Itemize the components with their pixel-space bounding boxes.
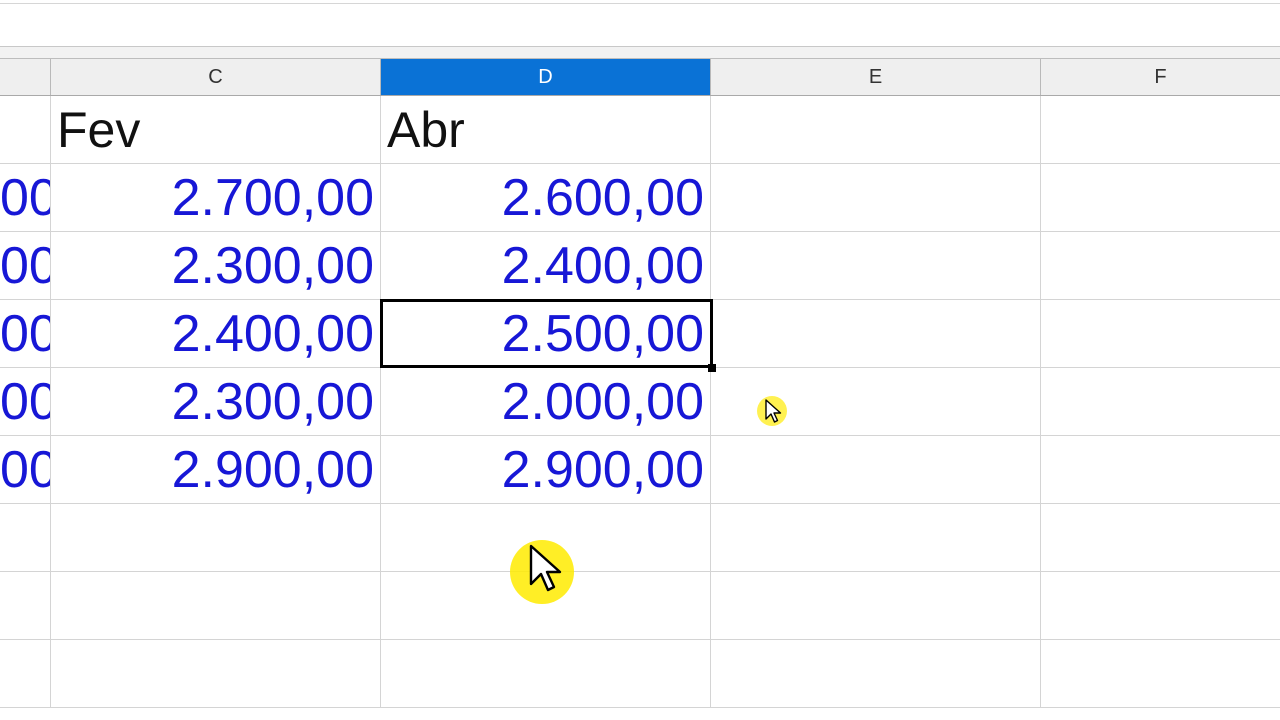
- column-header-b[interactable]: [0, 59, 51, 95]
- cell-c[interactable]: [51, 504, 381, 572]
- cell-d[interactable]: 2.900,00: [381, 436, 711, 504]
- column-header-c[interactable]: C: [51, 59, 381, 95]
- cell-d[interactable]: [381, 640, 711, 708]
- table-row: 00 2.700,00 2.600,00: [0, 164, 1280, 232]
- table-row: Fev Abr: [0, 96, 1280, 164]
- cell-f[interactable]: [1041, 164, 1280, 232]
- cell-c[interactable]: 2.700,00: [51, 164, 381, 232]
- cell-f[interactable]: [1041, 572, 1280, 640]
- cell-b[interactable]: 00: [0, 300, 51, 368]
- cell-f[interactable]: [1041, 504, 1280, 572]
- cell-d-header[interactable]: Abr: [381, 96, 711, 164]
- cell-c[interactable]: 2.400,00: [51, 300, 381, 368]
- cell-c[interactable]: 2.300,00: [51, 368, 381, 436]
- cell-c-header[interactable]: Fev: [51, 96, 381, 164]
- cell-b[interactable]: [0, 640, 51, 708]
- table-row: [0, 572, 1280, 640]
- cell-b[interactable]: [0, 504, 51, 572]
- cell-e[interactable]: [711, 164, 1041, 232]
- column-header-e[interactable]: E: [711, 59, 1041, 95]
- cell-f[interactable]: [1041, 96, 1280, 164]
- cell-d[interactable]: 2.600,00: [381, 164, 711, 232]
- fill-handle[interactable]: [708, 364, 716, 372]
- cell-c[interactable]: 2.900,00: [51, 436, 381, 504]
- cell-f[interactable]: [1041, 300, 1280, 368]
- cell-b[interactable]: 00: [0, 232, 51, 300]
- column-header-d[interactable]: D: [381, 59, 711, 95]
- cell-d-active[interactable]: 2.500,00: [381, 300, 711, 368]
- spreadsheet-grid: Fev Abr 00 2.700,00 2.600,00 00 2.300,00…: [0, 96, 1280, 720]
- table-row: 00 2.900,00 2.900,00: [0, 436, 1280, 504]
- cell-f[interactable]: [1041, 232, 1280, 300]
- cell-f[interactable]: [1041, 640, 1280, 708]
- formula-bar-area[interactable]: [0, 0, 1280, 47]
- cell-c[interactable]: [51, 640, 381, 708]
- cell-e[interactable]: [711, 300, 1041, 368]
- cell-b-header[interactable]: [0, 96, 51, 164]
- toolbar-separator: [0, 47, 1280, 59]
- table-row: 00 2.300,00 2.400,00: [0, 232, 1280, 300]
- cell-b[interactable]: 00: [0, 164, 51, 232]
- mouse-pointer-icon: [529, 544, 562, 592]
- table-row: [0, 504, 1280, 572]
- table-row: 00 2.300,00 2.000,00: [0, 368, 1280, 436]
- cell-f[interactable]: [1041, 368, 1280, 436]
- mouse-pointer-small-icon: [765, 399, 782, 423]
- cell-e[interactable]: [711, 96, 1041, 164]
- cell-b[interactable]: 00: [0, 436, 51, 504]
- column-headers: C D E F: [0, 59, 1280, 96]
- cell-c[interactable]: [51, 572, 381, 640]
- table-row: 00 2.400,00 2.500,00: [0, 300, 1280, 368]
- cell-c[interactable]: 2.300,00: [51, 232, 381, 300]
- table-row: [0, 640, 1280, 708]
- cell-f[interactable]: [1041, 436, 1280, 504]
- cell-e[interactable]: [711, 572, 1041, 640]
- cell-e[interactable]: [711, 232, 1041, 300]
- cell-b[interactable]: 00: [0, 368, 51, 436]
- cell-e[interactable]: [711, 504, 1041, 572]
- cell-d[interactable]: 2.000,00: [381, 368, 711, 436]
- cell-d[interactable]: 2.400,00: [381, 232, 711, 300]
- cell-b[interactable]: [0, 572, 51, 640]
- cell-e[interactable]: [711, 640, 1041, 708]
- column-header-f[interactable]: F: [1041, 59, 1280, 95]
- cell-e[interactable]: [711, 436, 1041, 504]
